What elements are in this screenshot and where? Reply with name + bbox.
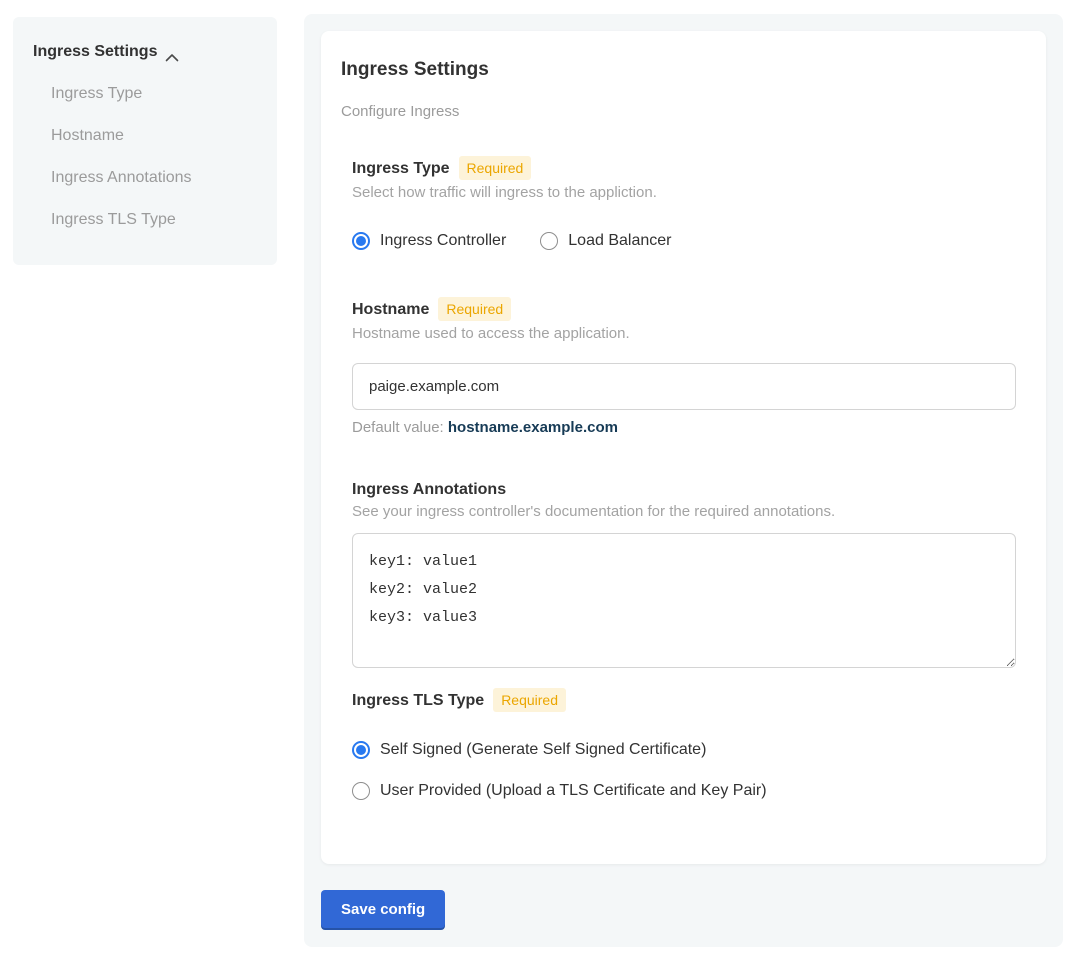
default-value-prefix: Default value: xyxy=(352,419,448,436)
hostname-input[interactable] xyxy=(352,363,1016,410)
section-ingress-type: Ingress Type Required Select how traffic… xyxy=(352,156,1026,250)
hostname-label: Hostname xyxy=(352,300,429,319)
annotations-heading-row: Ingress Annotations xyxy=(352,480,1026,499)
config-main-panel: Ingress Settings Configure Ingress Ingre… xyxy=(304,14,1063,947)
config-nav-sidebar: Ingress Settings Ingress Type Hostname I… xyxy=(13,17,277,265)
annotations-label: Ingress Annotations xyxy=(352,480,506,499)
section-hostname: Hostname Required Hostname used to acces… xyxy=(352,297,1026,437)
radio-label: User Provided (Upload a TLS Certificate … xyxy=(380,782,767,800)
radio-option-self-signed[interactable]: Self Signed (Generate Self Signed Certif… xyxy=(352,741,1026,759)
hostname-help: Hostname used to access the application. xyxy=(352,325,1026,343)
ingress-type-help: Select how traffic will ingress to the a… xyxy=(352,184,1026,202)
config-items: Ingress Type Required Select how traffic… xyxy=(352,156,1026,800)
config-group-card: Ingress Settings Configure Ingress Ingre… xyxy=(321,31,1046,864)
page-subtitle: Configure Ingress xyxy=(341,104,1026,119)
sidebar-item-hostname[interactable]: Hostname xyxy=(13,126,277,146)
radio-option-load-balancer[interactable]: Load Balancer xyxy=(540,232,671,250)
page-title: Ingress Settings xyxy=(341,59,1026,81)
hostname-default-line: Default value: hostname.example.com xyxy=(352,419,1026,437)
ingress-type-heading-row: Ingress Type Required xyxy=(352,156,1026,180)
required-badge: Required xyxy=(493,688,566,712)
sidebar-item-list: Ingress Type Hostname Ingress Annotation… xyxy=(13,84,277,230)
radio-icon[interactable] xyxy=(352,741,370,759)
chevron-up-icon xyxy=(165,48,179,57)
tls-radio-group: Self Signed (Generate Self Signed Certif… xyxy=(352,741,1026,800)
radio-icon[interactable] xyxy=(352,782,370,800)
ingress-type-label: Ingress Type xyxy=(352,159,450,178)
ingress-type-radio-group: Ingress Controller Load Balancer xyxy=(352,232,1026,250)
sidebar-group-label: Ingress Settings xyxy=(33,42,157,62)
radio-label: Ingress Controller xyxy=(380,232,506,250)
save-config-button[interactable]: Save config xyxy=(321,890,445,928)
radio-label: Load Balancer xyxy=(568,232,671,250)
radio-icon[interactable] xyxy=(352,232,370,250)
section-ingress-annotations: Ingress Annotations See your ingress con… xyxy=(352,480,1026,668)
tls-heading-row: Ingress TLS Type Required xyxy=(352,688,1026,712)
tls-label: Ingress TLS Type xyxy=(352,691,484,710)
annotations-help: See your ingress controller's documentat… xyxy=(352,503,1026,521)
radio-icon[interactable] xyxy=(540,232,558,250)
hostname-heading-row: Hostname Required xyxy=(352,297,1026,321)
sidebar-group-ingress-settings[interactable]: Ingress Settings xyxy=(13,42,277,62)
default-value-text: hostname.example.com xyxy=(448,419,618,436)
annotations-textarea[interactable]: key1: value1 key2: value2 key3: value3 xyxy=(352,533,1016,668)
sidebar-item-ingress-annotations[interactable]: Ingress Annotations xyxy=(13,168,277,188)
radio-label: Self Signed (Generate Self Signed Certif… xyxy=(380,741,706,759)
sidebar-item-ingress-tls-type[interactable]: Ingress TLS Type xyxy=(13,210,277,230)
sidebar-item-ingress-type[interactable]: Ingress Type xyxy=(13,84,277,104)
radio-option-ingress-controller[interactable]: Ingress Controller xyxy=(352,232,506,250)
radio-option-user-provided[interactable]: User Provided (Upload a TLS Certificate … xyxy=(352,782,1026,800)
required-badge: Required xyxy=(459,156,532,180)
section-ingress-tls-type: Ingress TLS Type Required Self Signed (G… xyxy=(352,688,1026,800)
required-badge: Required xyxy=(438,297,511,321)
